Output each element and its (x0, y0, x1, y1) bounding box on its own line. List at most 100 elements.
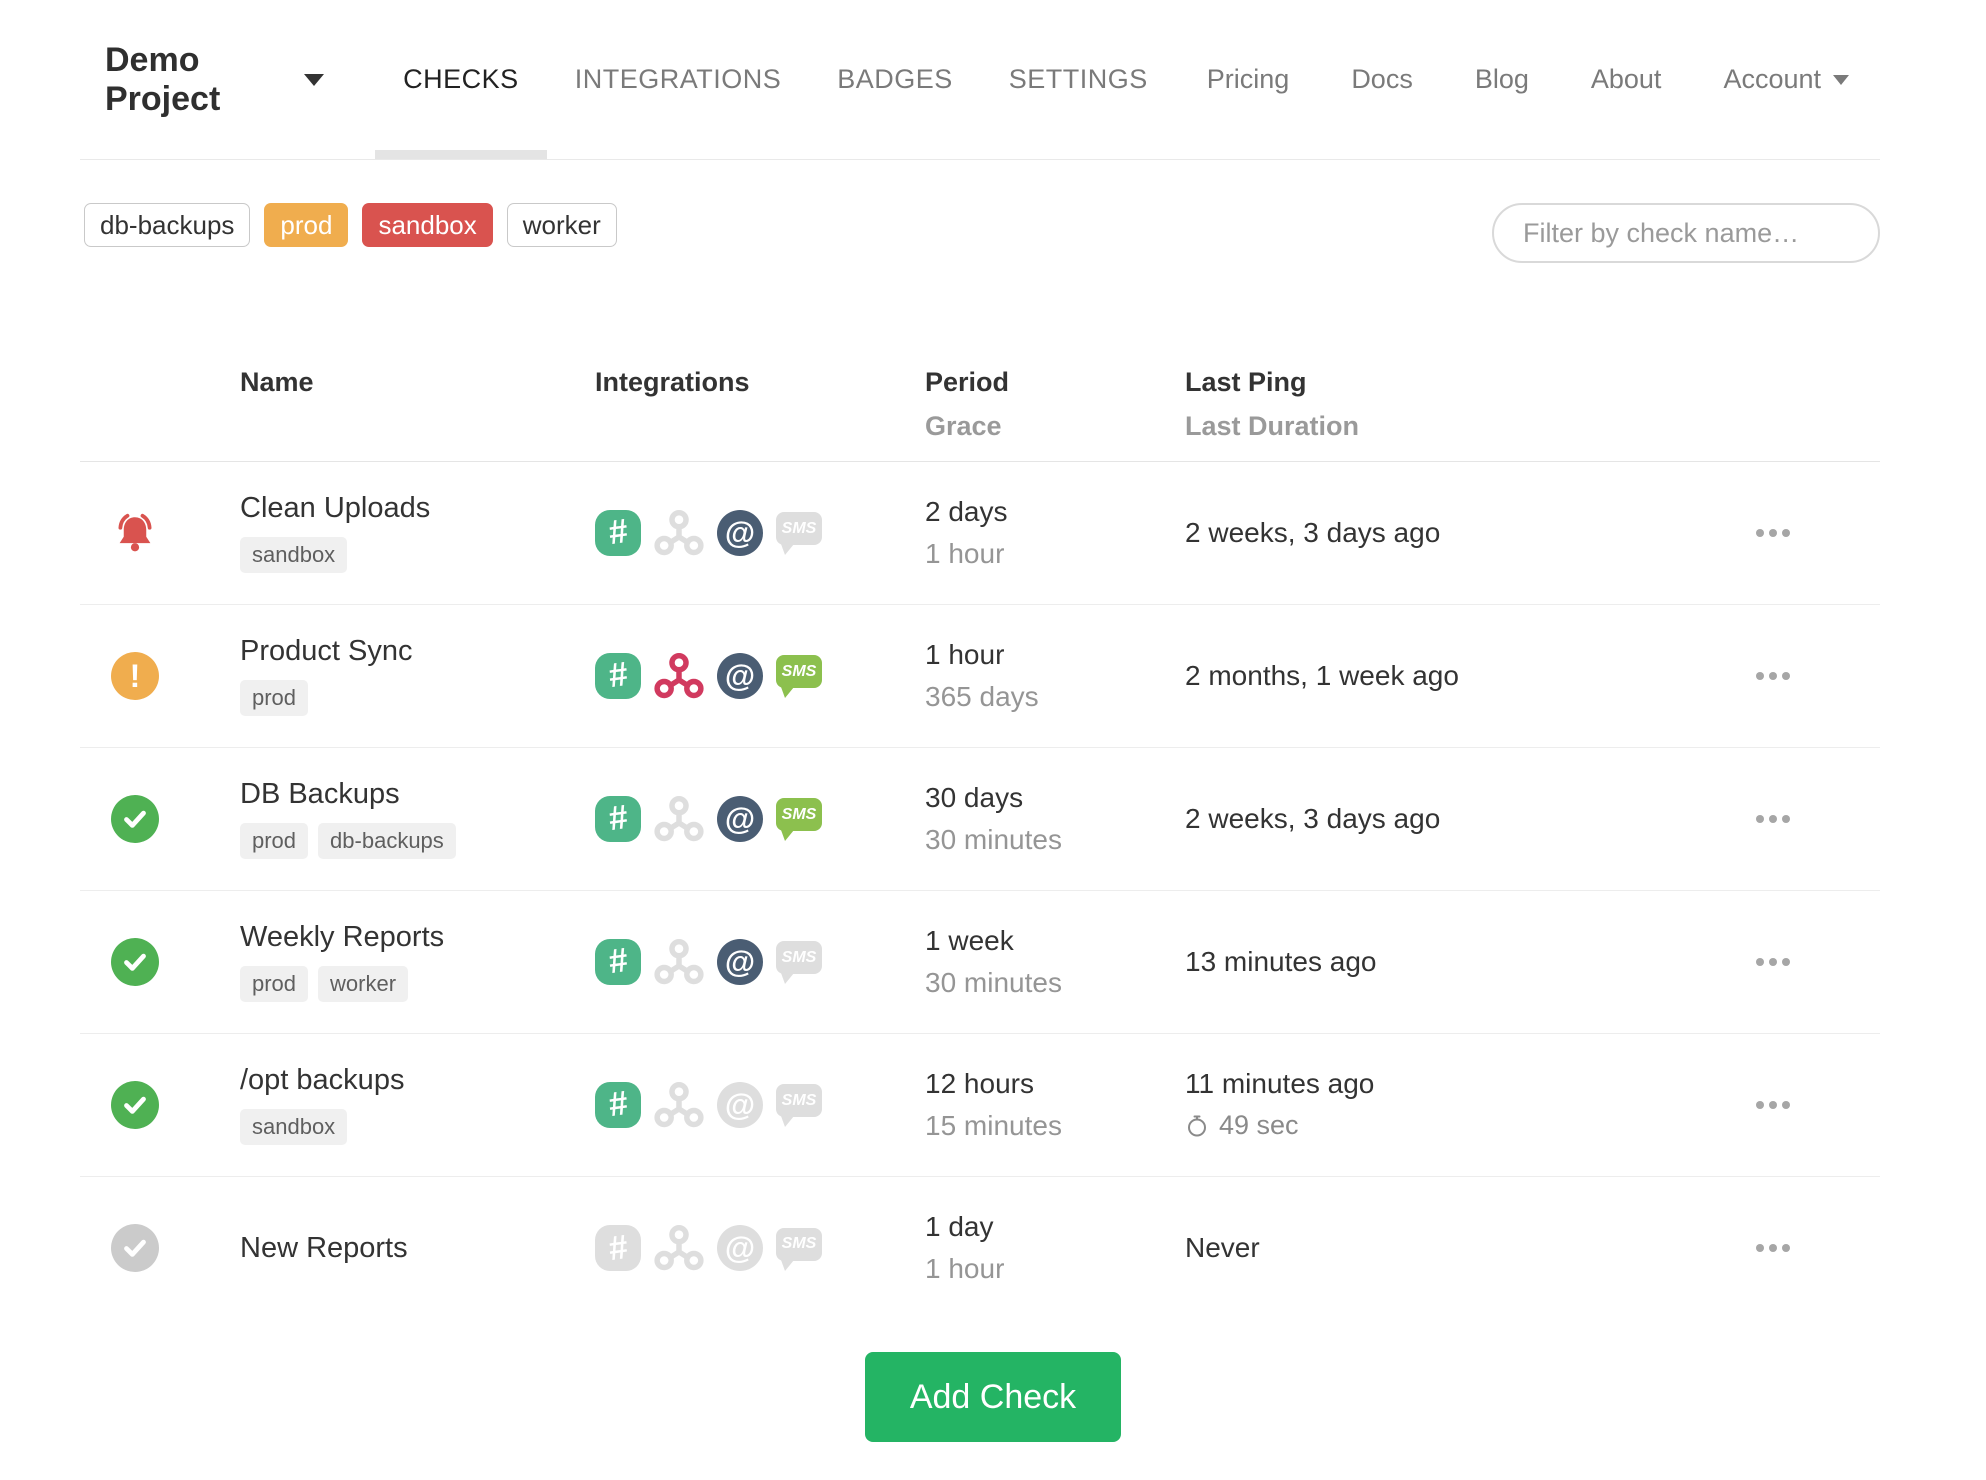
check-name: New Reports (240, 1231, 408, 1264)
check-tag: prod (240, 680, 309, 717)
check-name: DB Backups (240, 778, 400, 811)
grace-value: 365 days (925, 680, 1039, 712)
tag-filter-button[interactable]: db-backups (84, 203, 251, 247)
nav-link[interactable]: Docs (1320, 0, 1444, 159)
check-tag: sandbox (240, 1109, 348, 1146)
row-menu-button[interactable] (1746, 519, 1800, 547)
slack-icon: # (595, 938, 641, 985)
slack-icon: # (595, 1081, 641, 1128)
col-header-integrations: Integrations (595, 367, 750, 397)
nav-link[interactable]: Blog (1444, 0, 1560, 159)
period-value: 1 hour (925, 638, 1005, 670)
check-name-filter-input[interactable] (1492, 203, 1880, 263)
check-name: Product Sync (240, 635, 413, 668)
status-icon: ! (111, 937, 159, 986)
checks-table: Name Integrations Period Grace Last Ping… (80, 366, 1880, 1320)
sms-icon: SMS (776, 941, 822, 985)
col-header-name: Name (240, 367, 314, 397)
tag-filter-button[interactable]: worker (506, 203, 617, 247)
row-menu-button[interactable] (1746, 948, 1800, 976)
integration-icons: # @ SMS (595, 937, 905, 987)
check-tag: prod (240, 823, 309, 860)
row-menu-button[interactable] (1746, 805, 1800, 833)
nav-links: Pricing Docs Blog About (1176, 0, 1693, 159)
filter-bar: db-backups prod sandbox worker (80, 203, 1880, 263)
check-row[interactable]: ! Weekly Reports prod (80, 891, 1880, 1034)
row-menu-button[interactable] (1746, 662, 1800, 690)
check-icon (124, 1096, 146, 1114)
slack-icon: # (595, 509, 641, 556)
grace-value: 1 hour (925, 537, 1005, 569)
webhook-icon (654, 794, 704, 844)
col-header-last-ping: Last Ping (1185, 367, 1307, 397)
nav-tab[interactable]: SETTINGS (981, 0, 1176, 159)
check-tags: prod db-backups (240, 823, 595, 860)
check-name: Weekly Reports (240, 921, 445, 954)
status-icon: ! (111, 1224, 159, 1273)
email-icon: @ (717, 509, 763, 556)
project-name: Demo Project (105, 40, 221, 118)
grace-value: 15 minutes (925, 1109, 1062, 1141)
webhook-icon (654, 651, 704, 701)
table-body: ! Clean Uploads sandbox (80, 462, 1880, 1320)
caret-down-icon (1833, 74, 1849, 85)
status-icon: ! (111, 1080, 159, 1129)
check-row[interactable]: ! /opt backups sandbox (80, 1034, 1880, 1177)
nav-tab[interactable]: INTEGRATIONS (547, 0, 810, 159)
check-tag: sandbox (240, 537, 348, 574)
nav-link[interactable]: About (1560, 0, 1693, 159)
last-ping-value: 13 minutes ago (1185, 945, 1377, 977)
nav-tabs: CHECKS INTEGRATIONS BADGES SETTINGS (375, 0, 1176, 159)
check-tag: prod (240, 966, 309, 1003)
grace-value: 30 minutes (925, 823, 1062, 855)
integration-icons: # @ SMS (595, 794, 905, 844)
last-duration: 49 sec (1185, 1110, 1665, 1141)
nav-tab[interactable]: BADGES (809, 0, 981, 159)
grace-value: 30 minutes (925, 966, 1062, 998)
row-menu-button[interactable] (1746, 1234, 1800, 1262)
email-icon: @ (717, 938, 763, 985)
row-menu-button[interactable] (1746, 1091, 1800, 1119)
project-switcher[interactable]: Demo Project (80, 0, 349, 159)
tag-filter-button[interactable]: sandbox (362, 203, 493, 247)
check-icon (124, 1240, 146, 1258)
top-navbar: Demo Project CHECKS INTEGRATIONS BADGES (0, 0, 1986, 160)
check-tags: prod (240, 680, 595, 717)
nav-link[interactable]: Pricing (1176, 0, 1321, 159)
integration-icons: # @ SMS (595, 1223, 905, 1273)
nav-tab-label: CHECKS (403, 64, 519, 94)
col-header-grace: Grace (925, 411, 1002, 442)
email-icon: @ (717, 1081, 763, 1128)
sms-icon: SMS (776, 1227, 822, 1271)
check-tags: prod worker (240, 966, 595, 1003)
account-menu[interactable]: Account (1692, 0, 1880, 159)
email-icon: @ (717, 795, 763, 842)
slack-icon: # (595, 795, 641, 842)
email-icon: @ (717, 652, 763, 699)
check-row[interactable]: ! DB Backups prod (80, 748, 1880, 891)
webhook-icon (654, 1223, 704, 1273)
col-header-period: Period (925, 367, 1010, 397)
check-row[interactable]: ! Clean Uploads sandbox (80, 462, 1880, 605)
page: Demo Project CHECKS INTEGRATIONS BADGES (0, 0, 1986, 1442)
slack-icon: # (595, 652, 641, 699)
table-header: Name Integrations Period Grace Last Ping… (80, 366, 1880, 462)
nav-tab-label: BADGES (837, 64, 953, 94)
sms-icon: SMS (776, 512, 822, 556)
check-icon (124, 953, 146, 971)
check-name: /opt backups (240, 1064, 405, 1097)
check-row[interactable]: ! New Reports # (80, 1177, 1880, 1320)
stopwatch-icon (1188, 1115, 1206, 1137)
col-header-last-duration: Last Duration (1185, 411, 1360, 442)
tag-filter-buttons: db-backups prod sandbox worker (80, 203, 617, 247)
last-ping-value: 11 minutes ago (1185, 1068, 1375, 1100)
slack-icon: # (595, 1225, 641, 1272)
check-row[interactable]: ! Product Sync prod # @ SMS 1 hour 365 d… (80, 605, 1880, 748)
caret-down-icon (304, 73, 325, 86)
email-icon: @ (717, 1225, 763, 1272)
add-check-button[interactable]: Add Check (864, 1351, 1122, 1442)
sms-icon: SMS (776, 655, 822, 699)
nav-tab[interactable]: CHECKS (375, 0, 547, 159)
integration-icons: # @ SMS (595, 508, 905, 558)
tag-filter-button[interactable]: prod (264, 203, 349, 247)
